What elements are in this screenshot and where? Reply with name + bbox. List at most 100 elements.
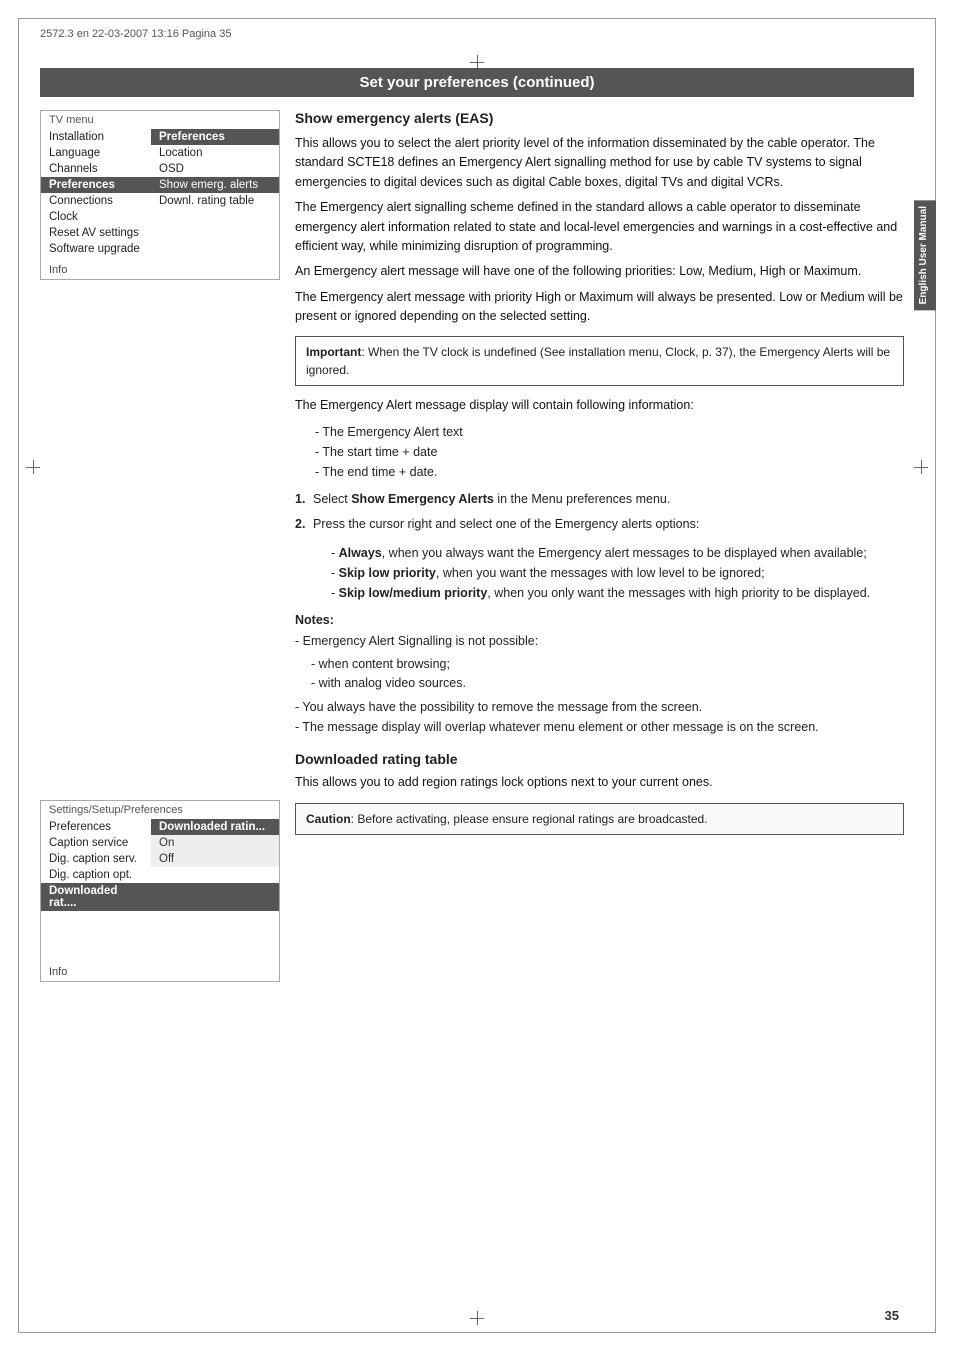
settings-cell-off: Off xyxy=(151,851,279,867)
tv-menu-header: TV menu xyxy=(41,111,279,129)
menu-row-channels[interactable]: Channels OSD xyxy=(41,161,279,177)
menu-cell-installation: Installation xyxy=(41,129,151,145)
menu-cell-software-upgrade-right xyxy=(151,241,279,257)
tv-menu-box: TV menu Installation Preferences Languag… xyxy=(40,110,280,280)
menu-cell-reset-av: Reset AV settings xyxy=(41,225,151,241)
settings-cell-preferences: Preferences xyxy=(41,819,151,835)
important-text: : When the TV clock is undefined (See in… xyxy=(306,345,890,377)
settings-cell-downloaded-rat: Downloaded rat.... xyxy=(41,883,151,911)
notes-list-2: You always have the possibility to remov… xyxy=(295,697,904,737)
section1-para1: This allows you to select the alert prio… xyxy=(295,134,904,192)
menu-info-row: Info xyxy=(41,261,279,279)
menu-cell-show-emerg: Show emerg. alerts xyxy=(151,177,279,193)
english-tab: English User Manual xyxy=(914,200,936,310)
settings-row-preferences[interactable]: Preferences Downloaded ratin... xyxy=(41,819,279,835)
section1-para4: The Emergency alert message with priorit… xyxy=(295,288,904,327)
option-skip-low-medium: Skip low/medium priority, when you only … xyxy=(331,583,904,603)
menu-cell-preferences-left: Preferences xyxy=(41,177,151,193)
option-always: Always, when you always want the Emergen… xyxy=(331,543,904,563)
step-2-text: Press the cursor right and select one of… xyxy=(313,515,699,534)
menu-cell-downl-rating: Downl. rating table xyxy=(151,193,279,209)
menu-row-connections[interactable]: Connections Downl. rating table xyxy=(41,193,279,209)
step-2-num: 2. xyxy=(295,515,313,534)
section1-para2: The Emergency alert signalling scheme de… xyxy=(295,198,904,256)
menu-cell-software-upgrade: Software upgrade xyxy=(41,241,151,257)
info-bullets: The Emergency Alert text The start time … xyxy=(315,422,904,482)
settings-info-row: Info xyxy=(41,963,279,981)
header-meta: 2572.3 en 22-03-2007 13:16 Pagina 35 xyxy=(40,28,231,40)
crosshair-top xyxy=(470,55,484,69)
menu-cell-connections: Connections xyxy=(41,193,151,209)
crosshair-left xyxy=(26,460,40,474)
menu-cell-osd: OSD xyxy=(151,161,279,177)
settings-cell-dig-caption-opt: Dig. caption opt. xyxy=(41,867,151,883)
menu-cell-channels: Channels xyxy=(41,161,151,177)
info-bullet-2: The start time + date xyxy=(315,442,904,462)
settings-menu-box: Settings/Setup/Preferences Preferences D… xyxy=(40,800,280,982)
menu-cell-reset-av-right xyxy=(151,225,279,241)
page-number: 35 xyxy=(885,1308,899,1323)
step-1-num: 1. xyxy=(295,490,313,509)
crosshair-bottom xyxy=(470,1311,484,1325)
section1-title: Show emergency alerts (EAS) xyxy=(295,110,904,126)
settings-row-empty1 xyxy=(41,911,279,927)
page-border-bottom xyxy=(18,1332,936,1333)
notes-section: Notes: Emergency Alert Signalling is not… xyxy=(295,613,904,738)
page-title: Set your preferences (continued) xyxy=(40,68,914,97)
step-1: 1. Select Show Emergency Alerts in the M… xyxy=(295,490,904,509)
settings-cell-downloaded-rat-right xyxy=(151,883,279,911)
important-box: Important: When the TV clock is undefine… xyxy=(295,336,904,386)
crosshair-right xyxy=(914,460,928,474)
menu-cell-language: Language xyxy=(41,145,151,161)
step-2: 2. Press the cursor right and select one… xyxy=(295,515,904,534)
menu-row-software-upgrade[interactable]: Software upgrade xyxy=(41,241,279,257)
note-3: The message display will overlap whateve… xyxy=(295,717,904,737)
settings-row-dig-caption-opt[interactable]: Dig. caption opt. xyxy=(41,867,279,883)
right-column: Show emergency alerts (EAS) This allows … xyxy=(295,110,904,845)
menu-row-preferences[interactable]: Preferences Show emerg. alerts xyxy=(41,177,279,193)
important-label: Important xyxy=(306,345,361,359)
info-bullet-3: The end time + date. xyxy=(315,462,904,482)
settings-row-empty2 xyxy=(41,927,279,943)
menu-cell-location: Location xyxy=(151,145,279,161)
left-column: TV menu Installation Preferences Languag… xyxy=(40,110,280,982)
info-intro: The Emergency Alert message display will… xyxy=(295,396,904,415)
settings-row-downloaded-rat[interactable]: Downloaded rat.... xyxy=(41,883,279,911)
content-area: TV menu Installation Preferences Languag… xyxy=(40,110,904,1311)
notes-title: Notes: xyxy=(295,613,904,627)
section2-title: Downloaded rating table xyxy=(295,751,904,767)
section1-para3: An Emergency alert message will have one… xyxy=(295,262,904,281)
settings-cell-caption: Caption service xyxy=(41,835,151,851)
note-2: You always have the possibility to remov… xyxy=(295,697,904,717)
settings-row-caption[interactable]: Caption service On xyxy=(41,835,279,851)
menu-row-clock[interactable]: Clock xyxy=(41,209,279,225)
option-skip-low: Skip low priority, when you want the mes… xyxy=(331,563,904,583)
menu-row-reset-av[interactable]: Reset AV settings xyxy=(41,225,279,241)
settings-cell-dig-caption-opt-right xyxy=(151,867,279,883)
numbered-steps: 1. Select Show Emergency Alerts in the M… xyxy=(295,490,904,535)
menu-row-language[interactable]: Language Location xyxy=(41,145,279,161)
caution-label: Caution xyxy=(306,812,351,826)
info-bullet-1: The Emergency Alert text xyxy=(315,422,904,442)
notes-list: Emergency Alert Signalling is not possib… xyxy=(295,631,904,651)
step-1-text: Select Show Emergency Alerts in the Menu… xyxy=(313,490,670,509)
menu-cell-clock: Clock xyxy=(41,209,151,225)
page-border-top xyxy=(18,18,936,19)
settings-row-dig-caption-serv[interactable]: Dig. caption serv. Off xyxy=(41,851,279,867)
caution-box: Caution: Before activating, please ensur… xyxy=(295,803,904,835)
settings-cell-on: On xyxy=(151,835,279,851)
settings-cell-dig-caption-serv: Dig. caption serv. xyxy=(41,851,151,867)
note-sub-2: - with analog video sources. xyxy=(311,674,904,693)
settings-menu-header: Settings/Setup/Preferences xyxy=(41,801,279,819)
menu-cell-clock-right xyxy=(151,209,279,225)
options-list: Always, when you always want the Emergen… xyxy=(331,543,904,603)
menu-cell-preferences: Preferences xyxy=(151,129,279,145)
caution-text: : Before activating, please ensure regio… xyxy=(351,812,708,826)
settings-row-empty3 xyxy=(41,943,279,959)
menu-row-installation[interactable]: Installation Preferences xyxy=(41,129,279,145)
note-sub-1: - when content browsing; xyxy=(311,655,904,674)
note-1: Emergency Alert Signalling is not possib… xyxy=(295,631,904,651)
settings-cell-downloaded-ratin: Downloaded ratin... xyxy=(151,819,279,835)
section2-para: This allows you to add region ratings lo… xyxy=(295,773,904,792)
note-sub-items: - when content browsing; - with analog v… xyxy=(311,655,904,694)
